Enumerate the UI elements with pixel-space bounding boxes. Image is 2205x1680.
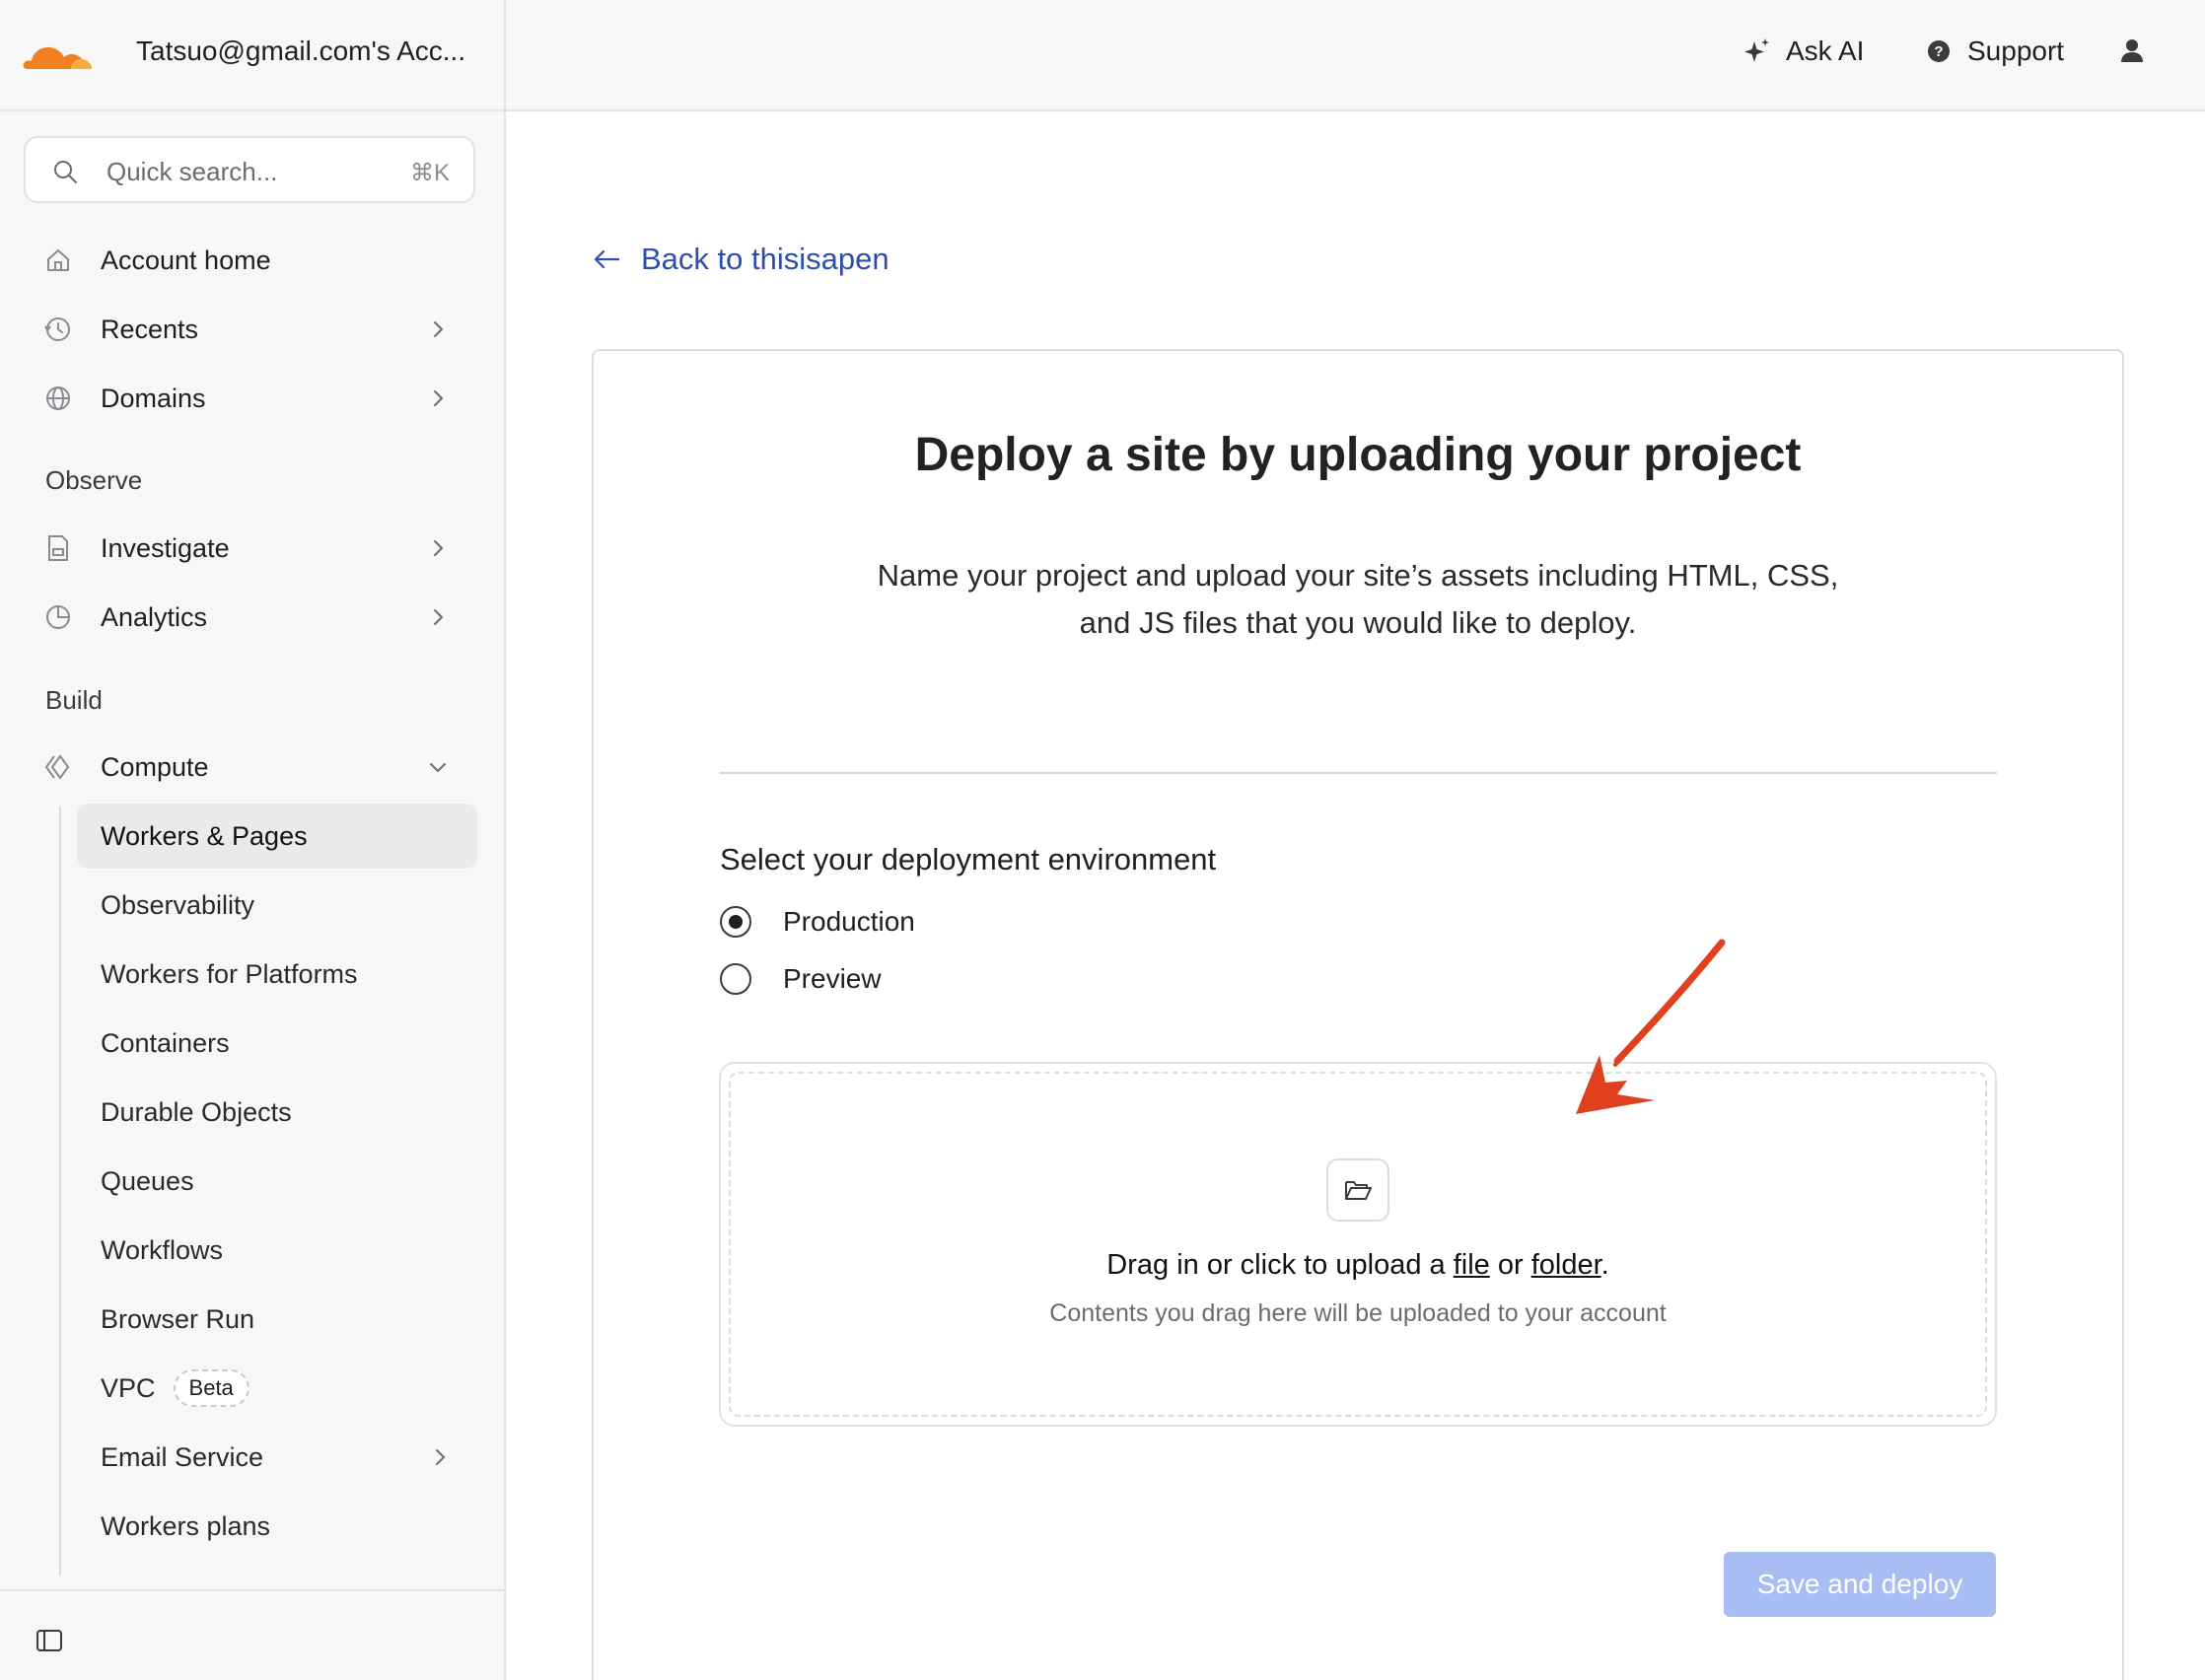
- sidebar-item-workers-for-platforms[interactable]: Workers for Platforms: [77, 942, 477, 1007]
- sidebar-item-label: Account home: [101, 245, 271, 275]
- chevron-down-icon: [430, 763, 446, 773]
- search-icon: [54, 161, 77, 183]
- save-and-deploy-button[interactable]: Save and deploy: [1724, 1552, 1996, 1617]
- sidebar-footer: [0, 1589, 504, 1680]
- section-label-build: Build: [45, 685, 103, 715]
- sidebar-item-domains[interactable]: Domains: [43, 369, 477, 428]
- sidebar-item-label: Workflows: [101, 1234, 224, 1265]
- back-link-label: Back to thisisapen: [641, 242, 889, 276]
- radio-button-checked[interactable]: [720, 906, 751, 938]
- investigate-icon: [43, 533, 73, 563]
- sidebar-toggle-icon[interactable]: [36, 1627, 63, 1654]
- folder-open-icon: [1345, 1181, 1372, 1200]
- sidebar-item-label: Compute: [101, 751, 209, 782]
- help-circle-icon: ?: [1924, 36, 1954, 66]
- description-line-2: and JS files that you would like to depl…: [1079, 605, 1637, 640]
- sidebar-item-queues[interactable]: Queues: [77, 1149, 477, 1214]
- sidebar-item-compute[interactable]: Compute: [43, 737, 477, 797]
- annotation-arrow-icon: [1576, 939, 1726, 1114]
- arrow-left-icon: [594, 249, 620, 269]
- account-name: Tatsuo@gmail.com's Acc...: [136, 35, 466, 66]
- sidebar-item-analytics[interactable]: Analytics: [43, 588, 477, 647]
- sidebar-item-durable-objects[interactable]: Durable Objects: [77, 1080, 477, 1145]
- sidebar-item-browser-run[interactable]: Browser Run: [77, 1287, 477, 1352]
- sidebar-item-workflows[interactable]: Workflows: [77, 1218, 477, 1283]
- chevron-right-icon: [436, 1449, 446, 1465]
- page-description: Name your project and upload your site’s…: [592, 552, 2124, 647]
- account-header[interactable]: Tatsuo@gmail.com's Acc...: [0, 0, 506, 111]
- sidebar-item-label: Investigate: [101, 532, 230, 563]
- radio-preview[interactable]: Preview: [720, 963, 882, 995]
- sidebar-item-label: Recents: [101, 314, 199, 344]
- radio-button[interactable]: [720, 963, 751, 995]
- upload-card: [592, 349, 2124, 1680]
- radio-production[interactable]: Production: [720, 906, 915, 938]
- sidebar-item-label: Browser Run: [101, 1303, 255, 1334]
- pie-chart-icon: [43, 602, 73, 632]
- home-icon: [43, 245, 73, 275]
- sidebar: Tatsuo@gmail.com's Acc... Quick search..…: [0, 0, 506, 1680]
- upload-hint: Contents you drag here will be uploaded …: [1049, 1299, 1667, 1327]
- sidebar-item-label: Containers: [101, 1027, 230, 1058]
- section-label-observe: Observe: [45, 465, 143, 495]
- sidebar-item-investigate[interactable]: Investigate: [43, 519, 477, 578]
- ask-ai-button[interactable]: Ask AI: [1743, 35, 1864, 67]
- support-label: Support: [1967, 35, 2065, 66]
- cloudflare-logo-icon: [23, 47, 92, 69]
- sidebar-item-label: Domains: [101, 383, 206, 413]
- description-line-1: Name your project and upload your site’s…: [877, 558, 1839, 593]
- sidebar-item-workers-plans[interactable]: Workers plans: [77, 1494, 477, 1559]
- sidebar-item-recents[interactable]: Recents: [43, 300, 477, 359]
- sidebar-item-label: Email Service: [101, 1441, 264, 1472]
- sidebar-item-vpc[interactable]: VPC Beta: [77, 1356, 477, 1421]
- upload-instruction-prefix: Drag in or click to upload a: [1106, 1249, 1454, 1281]
- sidebar-item-label: Workers plans: [101, 1510, 271, 1541]
- sidebar-item-email-service[interactable]: Email Service: [77, 1425, 477, 1490]
- upload-file-link[interactable]: file: [1454, 1249, 1490, 1281]
- sparkle-icon: [1743, 36, 1772, 66]
- folder-upload-button[interactable]: [1326, 1158, 1389, 1222]
- radio-label: Preview: [783, 963, 882, 994]
- chevron-right-icon: [434, 321, 444, 337]
- sidebar-item-containers[interactable]: Containers: [77, 1011, 477, 1076]
- upload-instruction-suffix: .: [1600, 1249, 1609, 1281]
- chevron-right-icon: [434, 609, 444, 625]
- submenu-guide-line: [59, 806, 61, 1575]
- support-button[interactable]: ? Support: [1924, 35, 2064, 67]
- user-avatar-icon: [2117, 35, 2147, 65]
- sidebar-item-label: Observability: [101, 889, 255, 920]
- globe-icon: [43, 384, 73, 413]
- sidebar-item-label: Durable Objects: [101, 1096, 292, 1127]
- sidebar-item-account-home[interactable]: Account home: [43, 231, 477, 290]
- sidebar-item-observability[interactable]: Observability: [77, 873, 477, 938]
- page-title: Deploy a site by uploading your project: [914, 429, 1802, 481]
- upload-instruction: Drag in or click to upload a file or fol…: [729, 1249, 1987, 1282]
- chevron-right-icon: [434, 540, 444, 556]
- sidebar-item-label: Workers for Platforms: [101, 958, 358, 989]
- ask-ai-label: Ask AI: [1786, 35, 1865, 66]
- upload-dropzone-inner[interactable]: [729, 1072, 1987, 1417]
- history-icon: [43, 315, 73, 344]
- sidebar-item-workers-pages[interactable]: Workers & Pages: [77, 804, 477, 869]
- search-placeholder: Quick search...: [107, 157, 278, 186]
- user-menu-button[interactable]: [2117, 35, 2161, 65]
- environment-label: Select your deployment environment: [720, 842, 1217, 876]
- upload-instruction-or: or: [1489, 1249, 1531, 1281]
- upload-folder-link[interactable]: folder: [1531, 1249, 1601, 1281]
- sidebar-item-label: VPC: [101, 1372, 156, 1403]
- quick-search[interactable]: Quick search... ⌘K: [24, 136, 475, 203]
- sidebar-item-label: Analytics: [101, 601, 208, 632]
- compute-icon: [43, 752, 73, 782]
- sidebar-item-label: Workers & Pages: [101, 820, 308, 851]
- top-bar: Ask AI ? Support: [506, 0, 2205, 111]
- search-shortcut: ⌘K: [409, 160, 450, 186]
- chevron-right-icon: [434, 390, 444, 406]
- svg-text:?: ?: [1934, 43, 1943, 60]
- divider: [720, 772, 1997, 774]
- radio-label: Production: [783, 906, 915, 937]
- beta-badge: Beta: [173, 1369, 249, 1407]
- sidebar-item-label: Queues: [101, 1165, 194, 1196]
- back-link[interactable]: Back to thisisapen: [592, 242, 889, 277]
